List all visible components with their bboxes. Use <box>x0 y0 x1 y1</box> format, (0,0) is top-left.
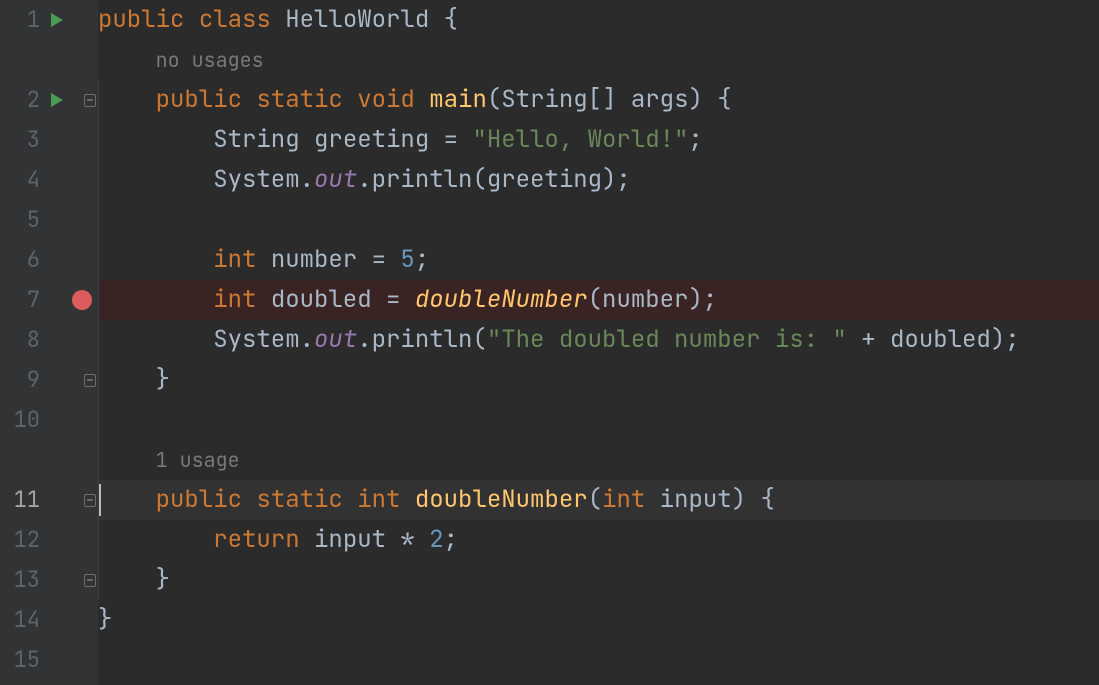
run-icon[interactable] <box>42 92 70 108</box>
code-line-current[interactable]: public static int doubleNumber(int input… <box>98 480 1099 520</box>
code-editor: 1 2 3 4 5 <box>0 0 1099 685</box>
run-icon[interactable] <box>42 12 70 28</box>
code-line[interactable]: public static void main(String[] args) { <box>98 80 1099 120</box>
line-number: 15 <box>0 640 42 680</box>
gutter-row[interactable]: 3 <box>0 120 98 160</box>
line-number: 2 <box>0 80 42 120</box>
line-number: 12 <box>0 520 42 560</box>
number-literal: 5 <box>400 244 414 275</box>
gutter-row <box>0 440 98 480</box>
line-number: 3 <box>0 120 42 160</box>
caret <box>99 484 101 516</box>
line-number: 7 <box>0 280 42 320</box>
code-line[interactable] <box>98 400 1099 440</box>
line-number: 1 <box>0 0 42 40</box>
number-literal: 2 <box>429 524 443 555</box>
code-line[interactable] <box>98 640 1099 680</box>
line-number: 5 <box>0 200 42 240</box>
gutter-row[interactable]: 6 <box>0 240 98 280</box>
method-name: main <box>429 84 487 115</box>
method-name: doubleNumber <box>415 484 588 515</box>
line-number: 14 <box>0 600 42 640</box>
gutter-row[interactable]: 13 <box>0 560 98 600</box>
line-number: 9 <box>0 360 42 400</box>
gutter-row[interactable]: 4 <box>0 160 98 200</box>
fold-region-start-icon[interactable] <box>84 80 96 120</box>
fold-region-end-icon[interactable] <box>84 560 96 600</box>
gutter-row[interactable]: 12 <box>0 520 98 560</box>
code-line[interactable]: } <box>98 360 1099 400</box>
gutter: 1 2 3 4 5 <box>0 0 98 685</box>
breakpoint-icon[interactable] <box>70 290 94 310</box>
code-line[interactable]: int number = 5; <box>98 240 1099 280</box>
gutter-row[interactable]: 8 <box>0 320 98 360</box>
code-area[interactable]: public class HelloWorld { no usages publ… <box>98 0 1099 685</box>
usages-hint[interactable]: 1 usage <box>156 447 240 473</box>
keyword-public: public <box>98 4 184 35</box>
code-line[interactable]: System.out.println("The doubled number i… <box>98 320 1099 360</box>
gutter-row[interactable]: 1 <box>0 0 98 40</box>
method-call: doubleNumber <box>415 284 588 315</box>
line-number: 11 <box>0 480 42 520</box>
keyword-class: class <box>199 4 271 35</box>
line-number: 13 <box>0 560 42 600</box>
code-line[interactable]: System.out.println(greeting); <box>98 160 1099 200</box>
static-field: out <box>314 164 357 195</box>
code-line-breakpoint[interactable]: int doubled = doubleNumber(number); <box>98 280 1099 320</box>
fold-region-start-icon[interactable] <box>84 480 96 520</box>
code-line[interactable]: } <box>98 600 1099 640</box>
line-number: 6 <box>0 240 42 280</box>
class-name: HelloWorld <box>285 4 429 35</box>
gutter-row[interactable]: 2 <box>0 80 98 120</box>
inlay-hint-line[interactable]: no usages <box>98 40 1099 80</box>
string-literal: "The doubled number is: " <box>487 324 847 355</box>
gutter-row <box>0 40 98 80</box>
code-line[interactable] <box>98 200 1099 240</box>
string-literal: "Hello, World!" <box>472 124 688 155</box>
gutter-row[interactable]: 5 <box>0 200 98 240</box>
line-number: 10 <box>0 400 42 440</box>
usages-hint[interactable]: no usages <box>156 47 264 73</box>
line-number: 8 <box>0 320 42 360</box>
gutter-row[interactable]: 14 <box>0 600 98 640</box>
code-line[interactable]: } <box>98 560 1099 600</box>
code-line[interactable]: public class HelloWorld { <box>98 0 1099 40</box>
code-line[interactable]: String greeting = "Hello, World!"; <box>98 120 1099 160</box>
gutter-row[interactable]: 7 <box>0 280 98 320</box>
fold-region-end-icon[interactable] <box>84 360 96 400</box>
code-line[interactable]: return input * 2; <box>98 520 1099 560</box>
line-number: 4 <box>0 160 42 200</box>
gutter-row[interactable]: 9 <box>0 360 98 400</box>
gutter-row[interactable]: 15 <box>0 640 98 680</box>
gutter-row[interactable]: 11 <box>0 480 98 520</box>
gutter-row[interactable]: 10 <box>0 400 98 440</box>
inlay-hint-line[interactable]: 1 usage <box>98 440 1099 480</box>
